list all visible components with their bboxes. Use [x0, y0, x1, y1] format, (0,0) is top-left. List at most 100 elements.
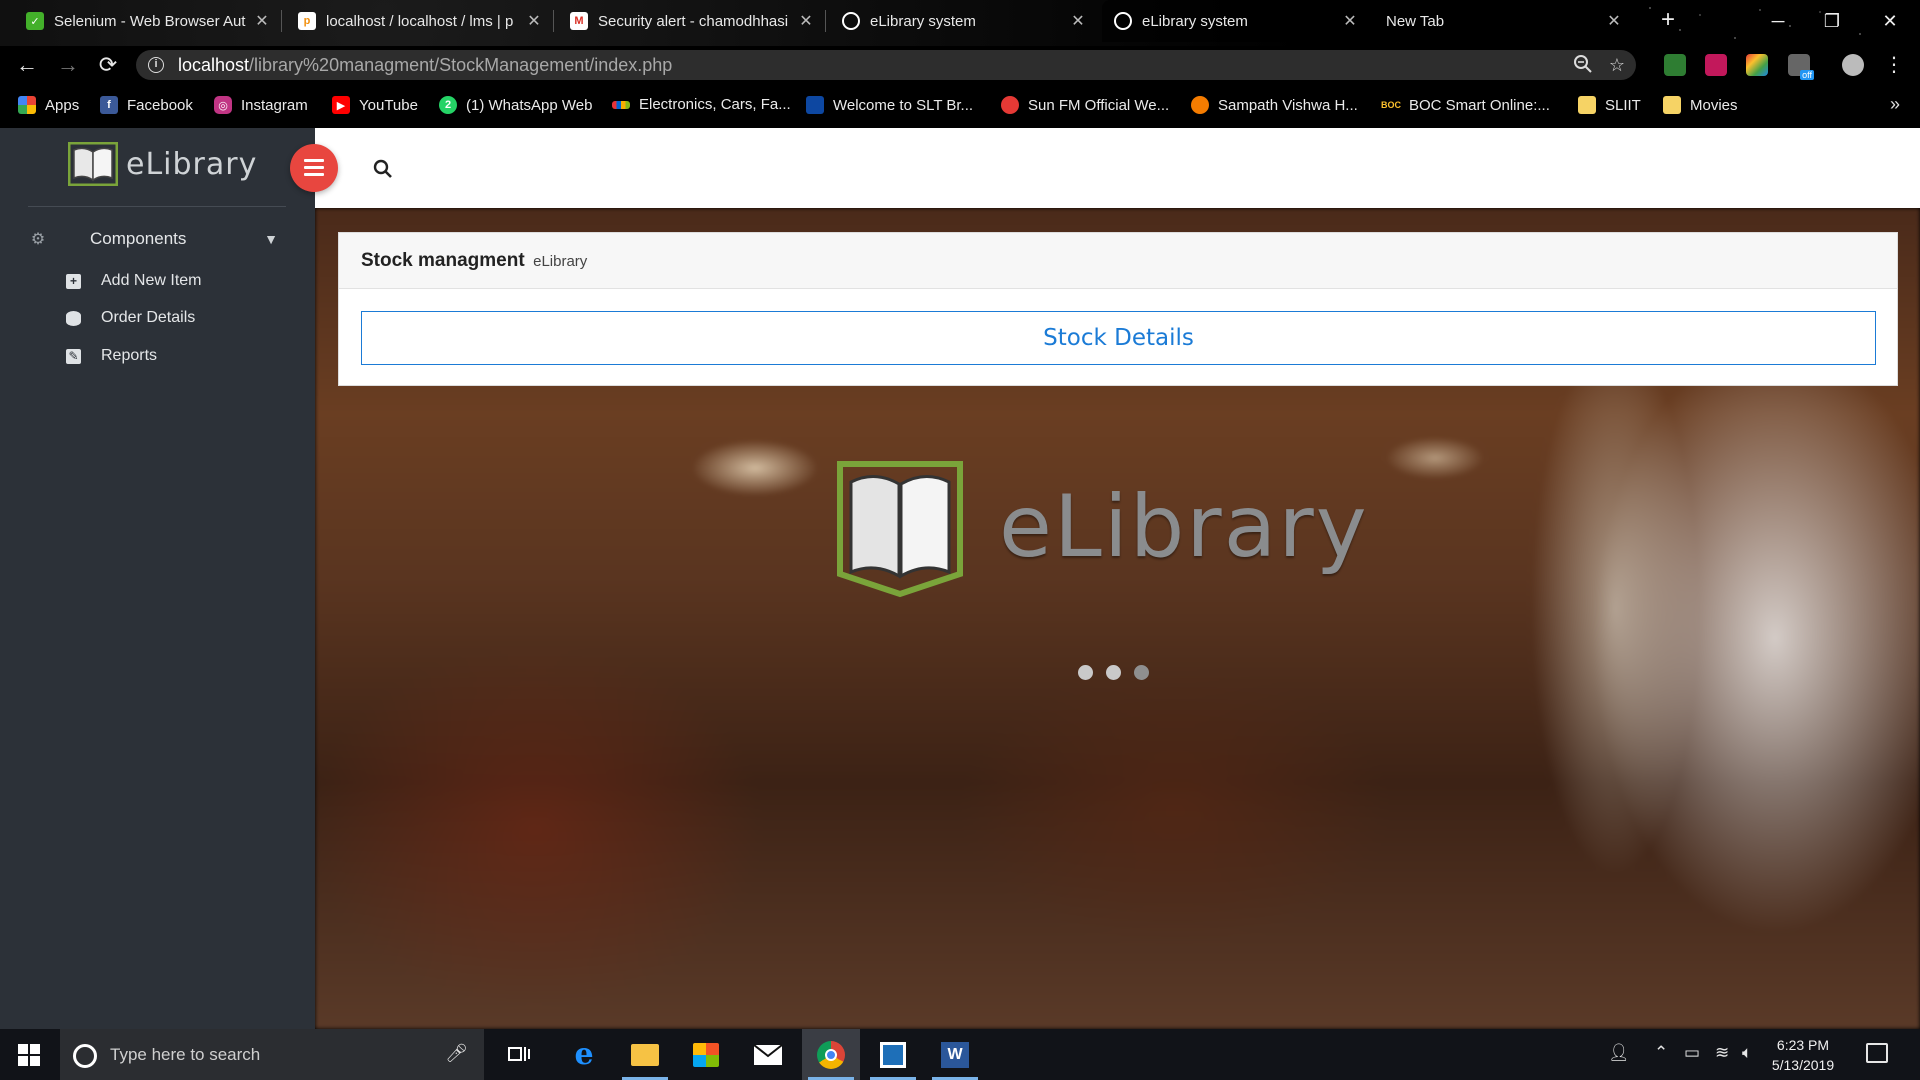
volume-icon[interactable]: 🔈︎	[1742, 1043, 1752, 1063]
carousel-dot[interactable]	[1078, 665, 1093, 680]
edit-square-icon: ✎	[66, 348, 81, 364]
extension-icon[interactable]	[1705, 54, 1727, 76]
close-icon[interactable]: ✕	[254, 11, 270, 31]
reload-button[interactable]: ⟳	[94, 51, 122, 79]
task-view-icon[interactable]	[490, 1029, 548, 1080]
url-text[interactable]: localhost/library%20managment/StockManag…	[178, 55, 672, 76]
edge-icon[interactable]: e	[555, 1029, 613, 1080]
tab-title: Security alert - chamodhhasi	[598, 12, 789, 30]
phpmyadmin-icon: p	[298, 12, 316, 30]
tab-title: New Tab	[1386, 12, 1445, 30]
menu-toggle-button[interactable]	[290, 144, 338, 192]
windows-start-button[interactable]	[18, 1044, 40, 1066]
shield-extension-icon[interactable]	[1664, 54, 1686, 76]
folder-icon	[1663, 96, 1681, 114]
brand-logo[interactable]: eLibrary	[68, 142, 257, 186]
chevron-right-icon[interactable]: »	[1890, 94, 1900, 115]
bookmark-facebook[interactable]: f Facebook	[100, 96, 193, 114]
tab-elibrary-1[interactable]: eLibrary system ✕	[830, 0, 1098, 42]
sidebar-item-add-new-item[interactable]: + Add New Item	[66, 272, 201, 290]
windows-logo-icon	[18, 1044, 40, 1066]
bookmark-movies[interactable]: Movies	[1663, 96, 1738, 114]
close-icon[interactable]: ✕	[798, 11, 814, 31]
star-icon[interactable]: ☆	[1606, 54, 1628, 76]
mail-icon[interactable]	[739, 1029, 797, 1080]
divider	[28, 206, 286, 207]
file-explorer-icon[interactable]	[616, 1029, 674, 1080]
extension-off-icon[interactable]: off	[1788, 54, 1814, 80]
sidebar-item-reports[interactable]: ✎ Reports	[66, 347, 157, 365]
word-icon[interactable]: W	[926, 1029, 984, 1080]
plus-square-icon: +	[66, 273, 81, 289]
forward-button[interactable]: →	[54, 51, 82, 79]
back-button[interactable]: ←	[13, 51, 41, 79]
page-subtitle: eLibrary	[533, 253, 588, 270]
search-placeholder: Type here to search	[110, 1045, 261, 1064]
slt-icon	[806, 96, 824, 114]
bookmark-slt[interactable]: Welcome to SLT Br...	[806, 96, 973, 114]
tab-selenium[interactable]: ✓ Selenium - Web Browser Aut ✕	[14, 0, 282, 42]
bookmark-sunfm[interactable]: Sun FM Official We...	[1001, 96, 1169, 114]
close-window-button[interactable]: ✕	[1868, 6, 1912, 36]
menu-kebab-icon[interactable]: ⋮	[1880, 51, 1908, 79]
carousel-dot[interactable]	[1106, 665, 1121, 680]
sidebar-item-order-details[interactable]: Order Details	[66, 309, 195, 327]
avatar[interactable]	[1842, 54, 1864, 76]
tab-elibrary-active[interactable]: eLibrary system ✕	[1102, 0, 1370, 42]
carousel-dot[interactable]	[1134, 665, 1149, 680]
wifi-icon[interactable]: ≋	[1715, 1043, 1729, 1063]
minimize-button[interactable]: ─	[1756, 6, 1800, 36]
chrome-icon[interactable]	[802, 1029, 860, 1080]
tab-gmail[interactable]: M Security alert - chamodhhasi ✕	[558, 0, 826, 42]
address-bar[interactable]: i localhost/library%20managment/StockMan…	[136, 50, 1636, 80]
extension-icon[interactable]	[1746, 54, 1768, 76]
search-icon[interactable]	[372, 158, 394, 180]
zoom-icon[interactable]	[1572, 54, 1594, 76]
system-clock[interactable]: 6:23 PM 5/13/2019	[1763, 1035, 1843, 1075]
facebook-icon: f	[100, 96, 118, 114]
bookmark-label: BOC Smart Online:...	[1409, 96, 1550, 114]
stock-details-button[interactable]: Stock Details	[361, 311, 1876, 365]
bookmark-label: Welcome to SLT Br...	[833, 96, 974, 114]
clock-time: 6:23 PM	[1776, 1037, 1830, 1053]
selenium-icon: ✓	[26, 12, 44, 30]
taskbar-search[interactable]: Type here to search 🎤︎	[60, 1029, 484, 1080]
sidebar-item-components[interactable]: ⚙ Components ▼	[28, 224, 278, 254]
people-icon[interactable]: 👤︎	[1608, 1043, 1630, 1063]
hero-logo: eLibrary	[835, 456, 1369, 598]
app-icon[interactable]	[864, 1029, 922, 1080]
maximize-button[interactable]: ❐	[1810, 6, 1854, 36]
components-icon: ⚙	[30, 231, 46, 248]
bookmark-instagram[interactable]: ◎ Instagram	[214, 96, 308, 114]
close-icon[interactable]: ✕	[1070, 11, 1086, 31]
bookmark-ebay[interactable]: Electronics, Cars, Fa...	[612, 96, 791, 113]
bookmark-apps[interactable]: Apps	[18, 96, 79, 114]
bookmark-sampath[interactable]: Sampath Vishwa H...	[1191, 96, 1358, 114]
apps-grid-icon	[18, 96, 36, 114]
bookmark-youtube[interactable]: ▶ YouTube	[332, 96, 418, 114]
boc-icon: BOC	[1381, 100, 1401, 110]
tab-phpmyadmin[interactable]: p localhost / localhost / lms | p ✕	[286, 0, 554, 42]
new-tab-button[interactable]: +	[1655, 8, 1681, 34]
bookmark-boc[interactable]: BOC BOC Smart Online:...	[1381, 96, 1550, 114]
bookmark-label: Instagram	[241, 96, 308, 114]
bookmark-sliit[interactable]: SLIIT	[1578, 96, 1641, 114]
tab-new-tab[interactable]: New Tab ✕	[1374, 0, 1634, 42]
store-icon[interactable]	[677, 1029, 735, 1080]
carousel-indicators	[1078, 665, 1162, 680]
chevron-up-icon[interactable]: ⌃	[1654, 1043, 1668, 1063]
microphone-icon[interactable]: 🎤︎	[445, 1043, 468, 1064]
bookmark-whatsapp[interactable]: 2 (1) WhatsApp Web	[439, 96, 592, 114]
notification-icon[interactable]	[1866, 1043, 1888, 1063]
database-icon	[66, 310, 81, 326]
close-icon[interactable]: ✕	[1342, 11, 1358, 31]
info-icon[interactable]: i	[148, 57, 164, 73]
close-icon[interactable]: ✕	[1606, 11, 1622, 31]
tab-strip: ✓ Selenium - Web Browser Aut ✕ p localho…	[0, 0, 1920, 46]
globe-icon	[1114, 12, 1132, 30]
battery-icon[interactable]: ▭	[1684, 1043, 1700, 1063]
bookmark-label: SLIIT	[1605, 96, 1641, 114]
sunfm-icon	[1001, 96, 1019, 114]
close-icon[interactable]: ✕	[526, 11, 542, 31]
url-host: localhost	[178, 55, 250, 75]
